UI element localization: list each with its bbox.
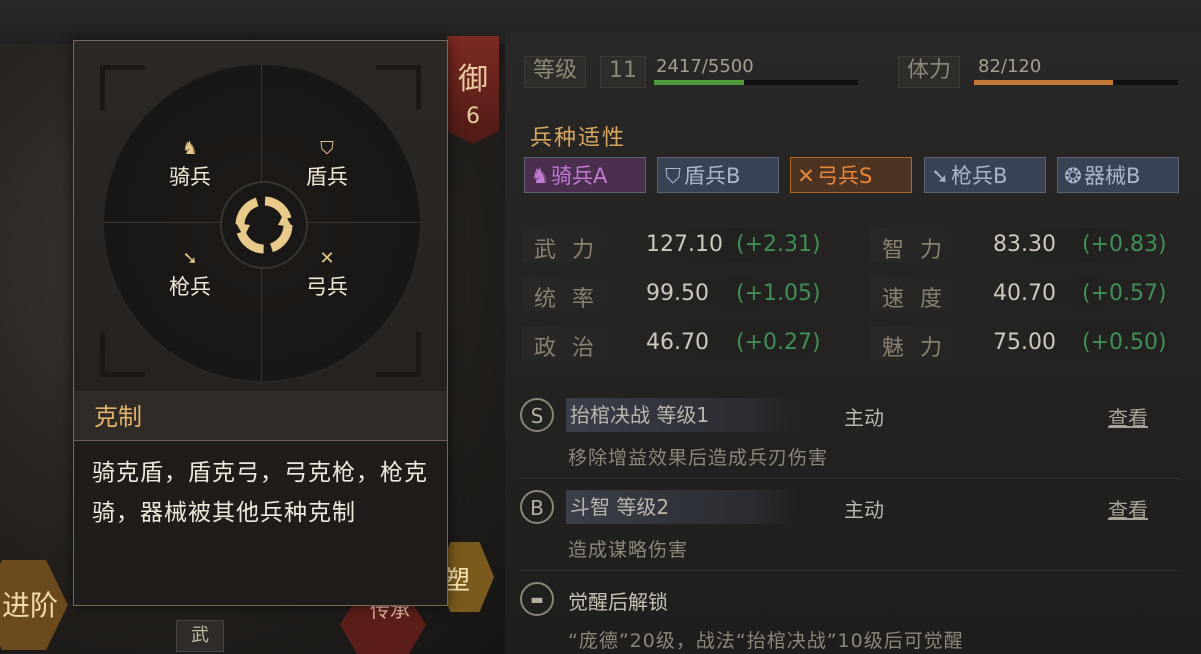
shield-icon: ⛉ bbox=[320, 138, 334, 159]
wheel-icon: ❂ bbox=[1064, 164, 1082, 188]
skill-grade-badge: B bbox=[520, 490, 554, 524]
horse-icon: ♞ bbox=[181, 138, 199, 159]
counter-wheel-area: ♞ 骑兵 ⛉ 盾兵 ➘ 枪兵 ✕ 弓兵 bbox=[74, 41, 447, 391]
unit-cavalry-label: 骑兵 bbox=[169, 165, 211, 189]
skill-type: 主动 bbox=[844, 498, 884, 522]
corner-ornament bbox=[100, 65, 145, 110]
affinity-shield-label: 盾兵B bbox=[684, 164, 741, 188]
affinity-shield[interactable]: ⛉ 盾兵B bbox=[657, 157, 779, 193]
affinity-siege-label: 器械B bbox=[1084, 164, 1141, 188]
corner-ornament bbox=[376, 65, 421, 110]
affinity-cavalry[interactable]: ♞骑兵A bbox=[524, 157, 646, 193]
stat-zhengzhi-bonus: (+0.27) bbox=[736, 330, 821, 355]
stat-tongshuai-label: 统率 bbox=[534, 287, 611, 312]
defense-badge: 御 6 bbox=[447, 36, 499, 144]
popup-description-box: 骑克盾，盾克弓，弓克枪，枪克骑，器械被其他兵种克制 bbox=[74, 441, 447, 605]
popup-description: 骑克盾，盾克弓，弓克枪，枪克骑，器械被其他兵种克制 bbox=[92, 460, 428, 526]
affinity-cavalry-label: 骑兵A bbox=[551, 164, 608, 188]
unit-shield-label: 盾兵 bbox=[306, 165, 348, 189]
corner-ornament bbox=[100, 332, 145, 377]
stat-meili-bonus: (+0.50) bbox=[1082, 330, 1167, 355]
skill-view-link[interactable]: 查看 bbox=[1108, 494, 1148, 523]
corner-ornament bbox=[376, 332, 421, 377]
stat-zhili-bonus: (+0.83) bbox=[1082, 232, 1167, 257]
skill-type: 主动 bbox=[844, 406, 884, 430]
defense-badge-char: 御 bbox=[458, 62, 488, 97]
affinity-bow-label: 弓兵S bbox=[817, 164, 873, 188]
stat-tongshuai-bonus: (+1.05) bbox=[736, 281, 821, 306]
stat-zhengzhi-value: 46.70 bbox=[646, 330, 709, 355]
divider bbox=[520, 570, 1180, 571]
awaken-title: 觉醒后解锁 bbox=[568, 590, 668, 614]
unit-spear-label: 枪兵 bbox=[169, 275, 211, 299]
unit-bow: ✕ 弓兵 bbox=[287, 247, 367, 301]
affinity-title: 兵种适性 bbox=[530, 126, 627, 151]
bow-icon: ✕ bbox=[319, 248, 335, 269]
stat-tongshuai-value: 99.50 bbox=[646, 281, 709, 306]
advance-label: 进阶 bbox=[2, 589, 59, 622]
level-value: 11 bbox=[600, 56, 646, 88]
martial-tag: 武 bbox=[176, 620, 224, 652]
stat-sudu-value: 40.70 bbox=[993, 281, 1056, 306]
stat-sudu-label: 速度 bbox=[882, 287, 959, 312]
divider bbox=[520, 478, 1180, 479]
horse-icon: ♞ bbox=[530, 164, 550, 188]
stat-sudu-bonus: (+0.57) bbox=[1082, 281, 1167, 306]
stamina-label: 体力 bbox=[898, 56, 961, 88]
unit-spear: ➘ 枪兵 bbox=[150, 247, 230, 301]
affinity-spear[interactable]: ➘ 枪兵B bbox=[924, 157, 1046, 193]
stat-meili-value: 75.00 bbox=[993, 330, 1056, 355]
stamina-bar bbox=[974, 80, 1178, 85]
stat-zhili-label: 智力 bbox=[882, 238, 959, 263]
affinity-siege[interactable]: ❂ 器械B bbox=[1057, 157, 1179, 193]
popup-title: 克制 bbox=[94, 403, 142, 431]
skill-name: 抬棺决战 等级1 bbox=[566, 398, 796, 432]
skill-description: 造成谋略伤害 bbox=[568, 539, 689, 561]
stamina-text: 82/120 bbox=[978, 56, 1042, 77]
skill-grade-badge: S bbox=[520, 398, 554, 432]
stat-meili-label: 魅力 bbox=[882, 336, 959, 361]
awaken-description: “庞德”20级，战法“抬棺决战”10级后可觉醒 bbox=[568, 630, 964, 652]
spear-icon: ➘ bbox=[931, 164, 949, 188]
stat-wuli-value: 127.10 bbox=[646, 232, 723, 257]
bow-icon: ✕ bbox=[797, 164, 815, 188]
lock-icon: ▬ bbox=[520, 582, 554, 616]
exp-text: 2417/5500 bbox=[656, 56, 754, 77]
counter-relationship-popup: ♞ 骑兵 ⛉ 盾兵 ➘ 枪兵 ✕ 弓兵 克制 骑克盾，盾克弓，弓克枪，枪克骑，器… bbox=[73, 40, 448, 606]
exp-bar bbox=[654, 80, 858, 85]
level-label: 等级 bbox=[524, 56, 587, 88]
defense-badge-number: 6 bbox=[466, 104, 480, 129]
exp-bar-fill bbox=[654, 80, 744, 85]
stat-wuli-bonus: (+2.31) bbox=[736, 232, 821, 257]
stat-zhili-value: 83.30 bbox=[993, 232, 1056, 257]
affinity-spear-label: 枪兵B bbox=[951, 164, 1008, 188]
spear-icon: ➘ bbox=[182, 248, 198, 269]
stat-zhengzhi-label: 政治 bbox=[534, 336, 611, 361]
unit-bow-label: 弓兵 bbox=[306, 275, 348, 299]
counter-wheel bbox=[102, 63, 422, 383]
skill-description: 移除增益效果后造成兵刃伤害 bbox=[568, 447, 829, 469]
stat-wuli-label: 武力 bbox=[534, 238, 611, 263]
shield-icon: ⛉ bbox=[665, 164, 681, 188]
skill-view-link[interactable]: 查看 bbox=[1108, 402, 1148, 431]
stamina-bar-fill bbox=[974, 80, 1113, 85]
unit-cavalry: ♞ 骑兵 bbox=[150, 137, 230, 191]
skill-name: 斗智 等级2 bbox=[566, 490, 796, 524]
unit-shield: ⛉ 盾兵 bbox=[287, 137, 367, 191]
affinity-bow[interactable]: ✕ 弓兵S bbox=[790, 157, 912, 193]
